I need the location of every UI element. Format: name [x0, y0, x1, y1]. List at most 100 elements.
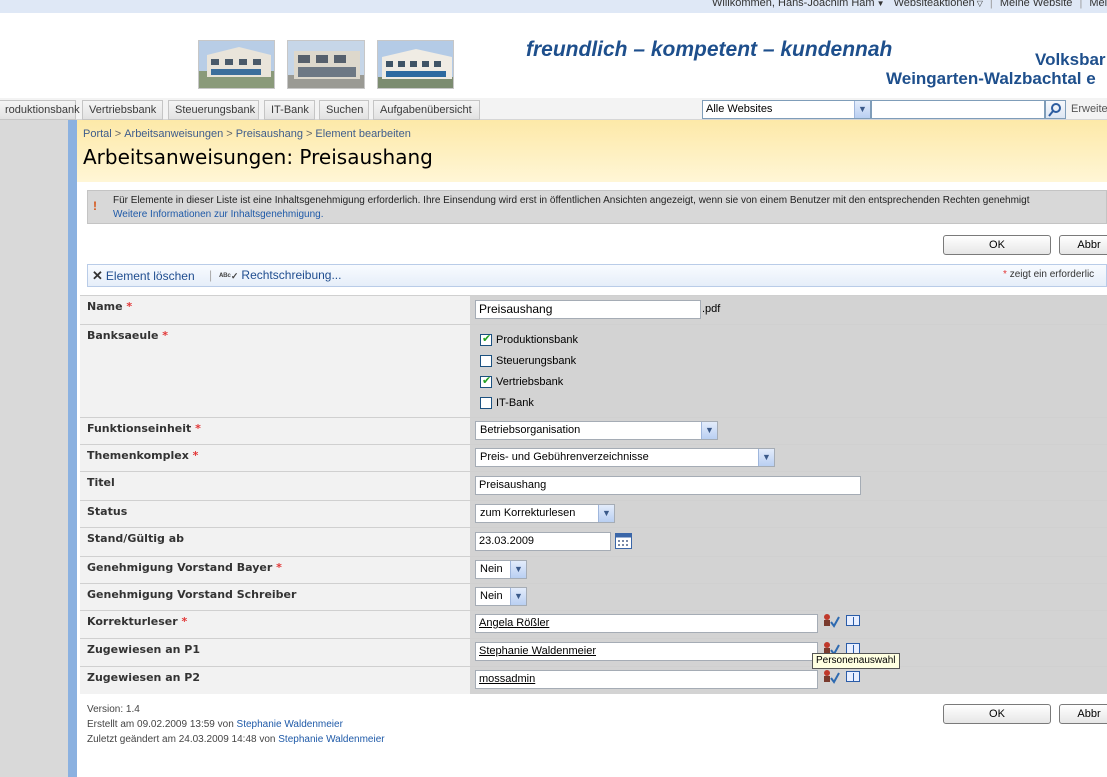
themenkomplex-select[interactable]: Preis- und Gebührenverzeichnisse ▼: [475, 448, 775, 467]
field-label-zugewiesen-p2: Zugewiesen an P2: [80, 666, 470, 694]
field-label-zugewiesen-p1: Zugewiesen an P1: [80, 638, 470, 666]
breadcrumb-separator: >: [305, 128, 313, 140]
site-actions-menu[interactable]: Websiteaktionen: [894, 0, 975, 9]
created-info: Erstellt am 09.02.2009 13:59 von Stephan…: [87, 719, 343, 730]
my-links-link[interactable]: Meine L: [1089, 0, 1107, 9]
approval-info-link[interactable]: Weitere Informationen zur Inhaltsgenehmi…: [113, 209, 324, 220]
nav-tab-steuerungsbank[interactable]: Steuerungsbank: [168, 100, 259, 120]
field-label-text: Status: [87, 505, 128, 518]
breadcrumb-arbeitsanweisungen[interactable]: Arbeitsanweisungen: [124, 128, 223, 140]
field-label-korrekturleser: Korrekturleser *: [80, 610, 470, 638]
address-book-icon[interactable]: [846, 671, 860, 682]
checkbox-label: Vertriebsbank: [496, 376, 564, 388]
select-value: Nein: [480, 590, 503, 602]
checkbox-it-bank[interactable]: [480, 397, 492, 409]
breadcrumb-separator: >: [114, 128, 122, 140]
created-by-link[interactable]: Stephanie Waldenmeier: [237, 719, 343, 730]
calendar-icon[interactable]: [615, 533, 632, 549]
zugewiesen-p2-people-picker[interactable]: mossadmin: [475, 670, 818, 689]
required-star: *: [162, 329, 169, 342]
left-accent-bar: [68, 120, 77, 777]
field-label-genehmigung-bayer: Genehmigung Vorstand Bayer *: [80, 556, 470, 583]
checkbox-vertriebsbank[interactable]: [480, 374, 492, 388]
zugewiesen-p1-people-picker[interactable]: Stephanie Waldenmeier: [475, 642, 818, 661]
select-value: Preis- und Gebührenverzeichnisse: [480, 451, 649, 463]
required-note-text: zeigt ein erforderlic: [1009, 269, 1095, 280]
chevron-down-icon: ▼: [598, 505, 614, 522]
cancel-button-bottom[interactable]: Abbr: [1059, 704, 1107, 724]
field-label-themenkomplex: Themenkomplex *: [80, 444, 470, 471]
page-title: Arbeitsanweisungen: Preisaushang: [83, 145, 433, 169]
spellcheck-button[interactable]: ᴬᴮᶜ✓ Rechtschreibung...: [219, 268, 341, 282]
spellcheck-label: Rechtschreibung...: [241, 268, 342, 282]
modified-info: Zuletzt geändert am 24.03.2009 14:48 von…: [87, 734, 385, 745]
required-star: *: [126, 300, 133, 313]
check-names-icon[interactable]: [822, 612, 840, 631]
welcome-menu[interactable]: Willkommen, Hans-Joachim Ham: [712, 0, 875, 9]
breadcrumb: Portal > Arbeitsanweisungen > Preisaushang > E…: [83, 128, 411, 140]
delete-item-button[interactable]: ✕ Element löschen: [92, 268, 195, 284]
search-scope-value: Alle Websites: [706, 103, 773, 115]
required-star: *: [181, 615, 188, 628]
field-label-titel: Titel: [80, 471, 470, 500]
breadcrumb-current: Element bearbeiten: [315, 128, 411, 140]
breadcrumb-separator: >: [226, 128, 233, 140]
welcome-bar: Willkommen, Hans-Joachim Ham ▼ Websiteakt…: [712, 0, 1107, 9]
breadcrumb-preisaushang[interactable]: Preisaushang: [236, 128, 303, 140]
toolbar-divider: |: [209, 268, 213, 282]
chevron-down-icon: ▼: [876, 0, 885, 8]
field-label-text: Zugewiesen an P1: [87, 643, 201, 656]
ok-button-top[interactable]: OK: [943, 235, 1051, 255]
genehmigung-schreiber-select[interactable]: Nein ▼: [475, 587, 527, 606]
field-label-text: Stand/Gültig ab: [87, 532, 184, 545]
field-label-text: Banksaeule: [87, 329, 159, 342]
checkbox-steuerungsbank[interactable]: [480, 355, 492, 367]
nav-tab-produktionsbank[interactable]: roduktionsbank: [0, 100, 80, 120]
check-names-icon[interactable]: [822, 668, 840, 687]
name-input[interactable]: Preisaushang: [475, 300, 701, 319]
titel-input[interactable]: Preisaushang: [475, 476, 861, 495]
search-input[interactable]: [871, 100, 1045, 119]
required-star: *: [195, 422, 201, 435]
chevron-down-icon: ▼: [510, 561, 526, 578]
search-icon: [1048, 103, 1061, 117]
field-label-funktionseinheit: Funktionseinheit *: [80, 417, 470, 444]
bank-name-line-1: Volksbar: [1035, 50, 1106, 69]
field-label-text: Themenkomplex: [87, 449, 189, 462]
cancel-button-top[interactable]: Abbr: [1059, 235, 1107, 255]
korrekturleser-people-picker[interactable]: Angela Rößler: [475, 614, 818, 633]
required-star: *: [1003, 269, 1007, 280]
search-button[interactable]: [1045, 100, 1066, 119]
field-value-genehmigung-bayer: [470, 556, 1107, 583]
breadcrumb-portal[interactable]: Portal: [83, 128, 112, 140]
ok-button-bottom[interactable]: OK: [943, 704, 1051, 724]
checkbox-produktionsbank[interactable]: [480, 332, 492, 346]
status-select[interactable]: zum Korrekturlesen ▼: [475, 504, 615, 523]
field-label-status: Status: [80, 500, 470, 527]
stand-date-input[interactable]: 23.03.2009: [475, 532, 611, 551]
modified-by-link[interactable]: Stephanie Waldenmeier: [278, 734, 384, 745]
chevron-down-icon: ▼: [510, 588, 526, 605]
select-value: Betriebsorganisation: [480, 424, 581, 436]
field-label-text: Funktionseinheit: [87, 422, 192, 435]
address-book-icon[interactable]: [846, 615, 860, 626]
nav-tab-suchen[interactable]: Suchen: [319, 100, 369, 120]
version-info: Version: 1.4: [87, 704, 140, 715]
search-scope-select[interactable]: Alle Websites ▼: [702, 100, 871, 119]
delete-item-label: Element löschen: [105, 269, 195, 283]
chevron-down-icon: ▼: [758, 449, 774, 466]
my-site-link[interactable]: Meine Website: [1000, 0, 1073, 9]
checkbox-label: Steuerungsbank: [496, 355, 577, 367]
genehmigung-bayer-select[interactable]: Nein ▼: [475, 560, 527, 579]
delete-icon: ✕: [92, 268, 103, 283]
nav-tab-vertriebsbank[interactable]: Vertriebsbank: [82, 100, 163, 120]
tooltip: Personenauswahl: [812, 653, 900, 669]
funktionseinheit-select[interactable]: Betriebsorganisation ▼: [475, 421, 718, 440]
advanced-search-link[interactable]: Erweite: [1071, 103, 1107, 115]
nav-tab-aufgabenuebersicht[interactable]: Aufgabenübersicht: [373, 100, 480, 120]
modified-text: Zuletzt geändert am 24.03.2009 14:48 von: [87, 734, 276, 745]
left-navigation-panel: [0, 120, 68, 777]
field-label-stand: Stand/Gültig ab: [80, 527, 470, 556]
bank-building-photo-2: [287, 40, 365, 89]
nav-tab-it-bank[interactable]: IT-Bank: [264, 100, 315, 120]
